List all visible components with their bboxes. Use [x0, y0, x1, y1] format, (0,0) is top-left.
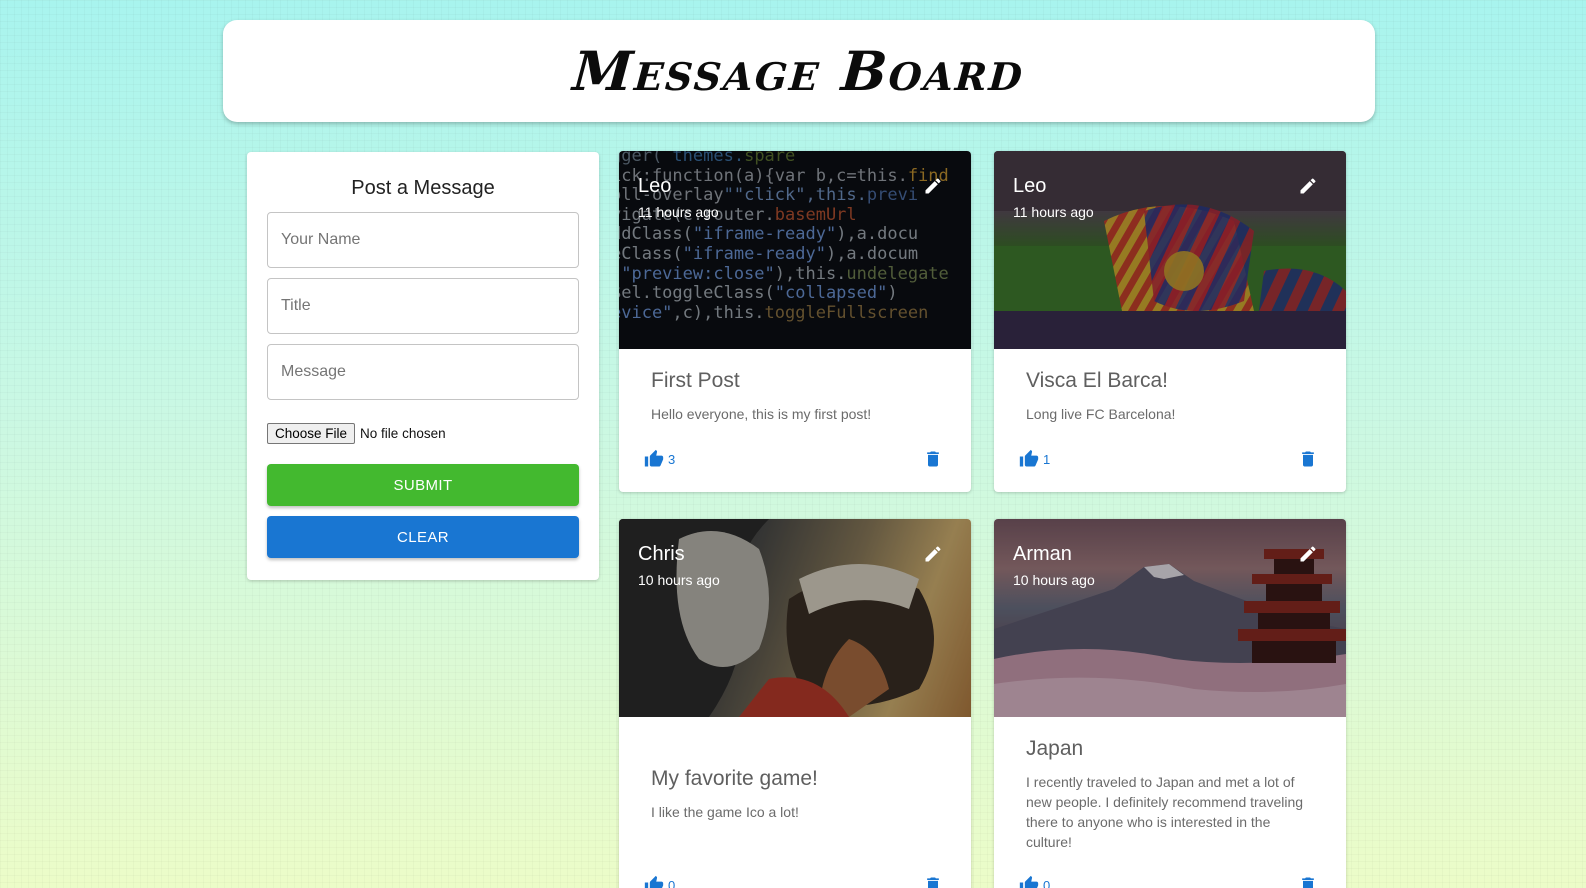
form-title: Post a Message [351, 177, 495, 199]
file-picker: Choose File No file chosen [267, 422, 579, 444]
delete-icon[interactable] [1298, 449, 1318, 469]
edit-icon[interactable] [1298, 176, 1318, 196]
post-title: Japan [1026, 737, 1084, 760]
delete-icon[interactable] [923, 875, 943, 888]
post-image: gger( themes.spare ick:function(a){var b… [619, 151, 971, 349]
post-card: Arman 10 hours ago Japan I recently trav… [994, 519, 1346, 888]
like-button[interactable]: 0 [1019, 875, 1050, 888]
post-image: Arman 10 hours ago [994, 519, 1346, 717]
post-message: I recently traveled to Japan and met a l… [1026, 774, 1304, 850]
app-header: Message Board [223, 20, 1375, 122]
delete-icon[interactable] [1298, 875, 1318, 888]
title-input[interactable] [267, 278, 579, 334]
page-title: Message Board [571, 39, 1027, 103]
thumb-up-icon [1019, 449, 1039, 467]
image-overlay [619, 151, 971, 349]
post-card: Leo 11 hours ago Visca El Barca! Long li… [994, 151, 1346, 492]
edit-icon[interactable] [923, 544, 943, 564]
post-author: Arman [1013, 543, 1072, 565]
submit-button[interactable]: SUBMIT [267, 464, 579, 506]
post-author: Leo [1013, 175, 1047, 197]
clear-button[interactable]: CLEAR [267, 516, 579, 558]
post-card: gger( themes.spare ick:function(a){var b… [619, 151, 971, 492]
post-author: Chris [638, 543, 685, 565]
post-image: Chris 10 hours ago [619, 519, 971, 717]
thumb-up-icon [1019, 875, 1039, 888]
post-title: First Post [651, 369, 740, 392]
like-count: 0 [1043, 877, 1051, 888]
edit-icon[interactable] [1298, 544, 1318, 564]
post-time: 10 hours ago [638, 572, 720, 588]
delete-icon[interactable] [923, 449, 943, 469]
post-image: Leo 11 hours ago [994, 151, 1346, 349]
like-count: 0 [668, 877, 676, 888]
name-input[interactable] [267, 212, 579, 268]
file-status: No file chosen [360, 425, 446, 441]
like-count: 1 [1043, 451, 1051, 467]
like-button[interactable]: 0 [644, 875, 675, 888]
post-time: 10 hours ago [1013, 572, 1095, 588]
thumb-up-icon [644, 449, 664, 467]
post-author: Leo [638, 175, 672, 197]
post-title: Visca El Barca! [1026, 369, 1169, 392]
post-time: 11 hours ago [638, 204, 719, 220]
post-message: I like the game Ico a lot! [651, 804, 799, 820]
like-button[interactable]: 3 [644, 449, 675, 469]
edit-icon[interactable] [923, 176, 943, 196]
thumb-up-icon [644, 875, 664, 888]
post-card: Chris 10 hours ago My favorite game! I l… [619, 519, 971, 888]
post-title: My favorite game! [651, 767, 818, 790]
post-message: Long live FC Barcelona! [1026, 406, 1176, 422]
image-overlay [994, 151, 1346, 349]
choose-file-button[interactable]: Choose File [267, 422, 356, 444]
message-input[interactable] [267, 344, 579, 400]
like-button[interactable]: 1 [1019, 449, 1050, 469]
post-message: Hello everyone, this is my first post! [651, 406, 872, 422]
like-count: 3 [668, 451, 676, 467]
post-form: Post a Message Choose File No file chose… [247, 152, 599, 580]
post-time: 11 hours ago [1013, 204, 1094, 220]
